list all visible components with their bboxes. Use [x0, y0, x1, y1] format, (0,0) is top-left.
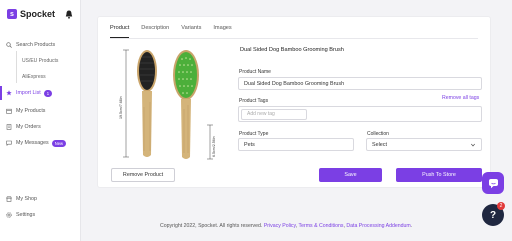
product-name-label: Product Name: [239, 69, 271, 75]
product-image[interactable]: 19.5cm/7.68in 6.5cm/2.56in: [118, 47, 228, 163]
tag-placeholder: Add new tag: [247, 111, 275, 117]
product-type-label: Product Type: [239, 131, 269, 137]
import-count-badge: 1: [43, 89, 53, 97]
sidebar-item-import-list[interactable]: Import List 1: [0, 86, 81, 100]
tab-product[interactable]: Product: [110, 25, 130, 38]
tab-description[interactable]: Description: [141, 25, 169, 38]
collection-value: Select: [372, 141, 387, 148]
copyright-text: Copyright 2022, Spocket. All rights rese…: [160, 223, 263, 229]
box-icon: [6, 108, 12, 114]
sidebar-item-search-products[interactable]: Search Products: [0, 38, 81, 52]
sidebar-item-label: My Shop: [16, 196, 37, 202]
star-icon: [6, 90, 12, 96]
product-type-value: Pets: [244, 141, 255, 148]
privacy-policy-link[interactable]: Privacy Policy: [264, 223, 296, 229]
tag-input[interactable]: Add new tag: [241, 108, 307, 120]
help-notification-badge: 2: [497, 202, 505, 210]
shop-icon: [6, 196, 12, 202]
orders-icon: [6, 124, 12, 130]
chat-icon: [6, 140, 12, 146]
product-tags-label: Product Tags: [239, 98, 269, 104]
sidebar-item-label: My Orders: [16, 124, 41, 130]
sidebar-item-my-messages[interactable]: My Messages New: [0, 136, 81, 150]
sidebar-subitem-aliexpress[interactable]: AliExpress: [22, 74, 46, 80]
chat-launcher-button[interactable]: [482, 172, 504, 194]
sidebar-item-my-products[interactable]: My Products: [0, 104, 81, 118]
product-editor-card: Product Description Variants Images 19.5…: [97, 16, 491, 188]
sidebar-item-settings[interactable]: Settings: [0, 208, 81, 222]
tab-variants[interactable]: Variants: [181, 25, 201, 38]
sidebar-item-my-orders[interactable]: My Orders: [0, 120, 81, 134]
gear-icon: [6, 212, 12, 218]
product-name-value: Dual Sided Dog Bamboo Grooming Brush: [244, 80, 345, 87]
product-tabs: Product Description Variants Images: [110, 25, 244, 38]
dimension-length: 19.5cm/7.68in: [119, 96, 123, 119]
remove-product-button[interactable]: Remove Product: [111, 168, 175, 182]
product-tags-field[interactable]: Add new tag: [238, 106, 482, 122]
chat-bubble-icon: [488, 178, 498, 188]
sidebar-item-label: Import List: [16, 90, 41, 96]
save-button[interactable]: Save: [319, 168, 382, 182]
collection-select[interactable]: Select: [366, 138, 482, 151]
brand-name: Spocket: [20, 9, 56, 19]
footer: Copyright 2022, Spocket. All rights rese…: [160, 223, 413, 229]
sidebar-item-label: My Products: [16, 108, 46, 114]
sidebar-item-label: Search Products: [16, 42, 56, 48]
sidebar-item-my-shop[interactable]: My Shop: [0, 192, 81, 206]
sidebar-item-label: My Messages: [16, 140, 49, 146]
search-icon: [6, 42, 12, 48]
sidebar-subitem-us-eu[interactable]: US/EU Products: [22, 58, 58, 64]
product-title: Dual Sided Dog Bamboo Grooming Brush: [240, 47, 344, 53]
dimension-width: 6.5cm/2.56in: [212, 136, 216, 157]
chevron-down-icon: [471, 143, 475, 147]
brand-logo[interactable]: s Spocket: [7, 9, 55, 19]
tabs-divider: [110, 38, 478, 39]
submenu-divider: [16, 51, 17, 83]
sidebar: s Spocket Search Products US/EU Products…: [0, 0, 81, 241]
product-type-input[interactable]: Pets: [238, 138, 354, 151]
sidebar-item-label: Settings: [16, 212, 36, 218]
new-badge: New: [51, 139, 67, 147]
push-to-store-button[interactable]: Push To Store: [396, 168, 482, 182]
collection-label: Collection: [367, 131, 389, 137]
product-name-input[interactable]: Dual Sided Dog Bamboo Grooming Brush: [238, 77, 482, 90]
dpa-link[interactable]: Data Processing Addendum: [346, 223, 410, 229]
logo-badge: s: [7, 9, 17, 19]
remove-all-tags-link[interactable]: Remove all tags: [442, 95, 479, 101]
terms-link[interactable]: Terms & Conditions: [299, 223, 344, 229]
tab-images[interactable]: Images: [213, 25, 231, 38]
bell-icon[interactable]: [65, 10, 73, 19]
